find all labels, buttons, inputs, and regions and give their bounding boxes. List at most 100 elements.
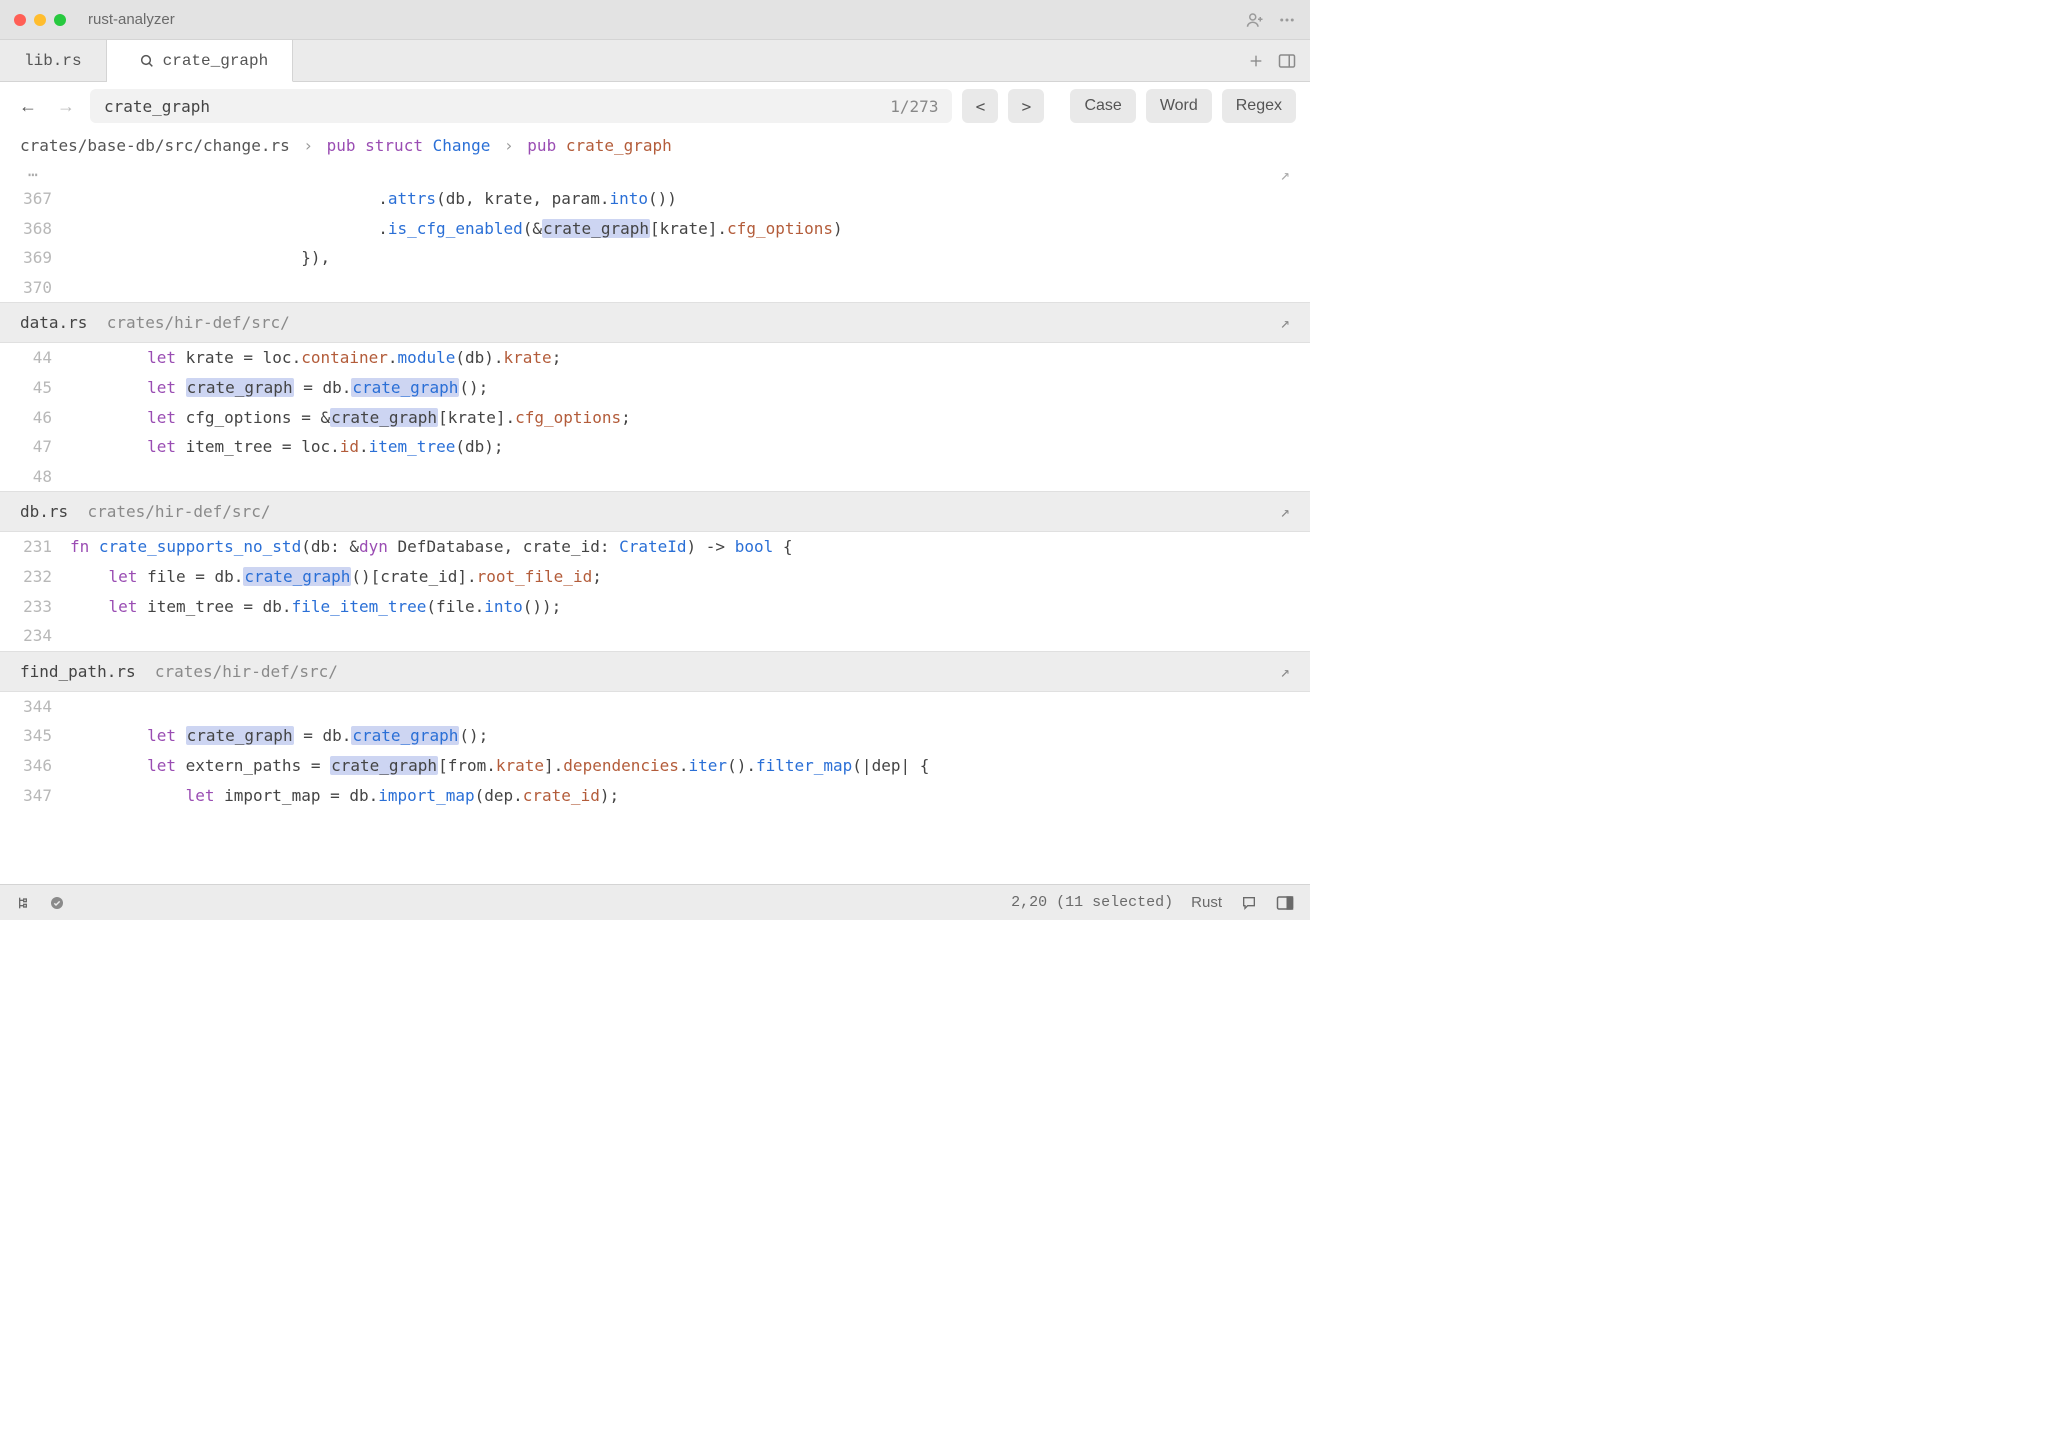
tab-lib-rs[interactable]: lib.rs	[0, 40, 107, 81]
right-panel-icon[interactable]	[1276, 894, 1294, 912]
file-path: crates/hir-def/src/	[107, 313, 290, 332]
jump-to-file-icon[interactable]: ↗	[1280, 662, 1290, 681]
line-content	[70, 692, 1310, 722]
search-icon	[139, 53, 155, 69]
jump-to-file-icon[interactable]: ↗	[1280, 313, 1290, 332]
feedback-icon[interactable]	[1240, 894, 1258, 912]
line-content: let item_tree = db.file_item_tree(file.i…	[70, 592, 1310, 622]
fold-indicator[interactable]: ⋯ ↗	[0, 165, 1310, 184]
close-window-icon[interactable]	[14, 14, 26, 26]
line-content: fn crate_supports_no_std(db: &dyn DefDat…	[70, 532, 1310, 562]
panel-toggle-icon[interactable]	[1278, 53, 1296, 69]
regex-toggle[interactable]: Regex	[1222, 89, 1296, 123]
line-number: 367	[0, 184, 70, 214]
line-number: 347	[0, 781, 70, 811]
line-number: 46	[0, 403, 70, 433]
code-line[interactable]: 46 let cfg_options = &crate_graph[krate]…	[0, 403, 1310, 433]
file-name: find_path.rs	[20, 662, 136, 681]
more-icon[interactable]	[1278, 11, 1296, 29]
tab-label: lib.rs	[24, 52, 82, 70]
file-path: crates/hir-def/src/	[87, 502, 270, 521]
cursor-position[interactable]: 2,20 (11 selected)	[1011, 894, 1173, 911]
add-collaborator-icon[interactable]	[1246, 11, 1264, 29]
code-block: 231fn crate_supports_no_std(db: &dyn Def…	[0, 532, 1310, 650]
line-content	[70, 273, 1310, 303]
code-line[interactable]: 234	[0, 621, 1310, 651]
window-controls	[14, 14, 66, 26]
code-line[interactable]: 368 .is_cfg_enabled(&crate_graph[krate].…	[0, 214, 1310, 244]
code-line[interactable]: 345 let crate_graph = db.crate_graph();	[0, 721, 1310, 751]
code-line[interactable]: 48	[0, 462, 1310, 492]
tab-crate-graph[interactable]: crate_graph	[107, 40, 294, 82]
file-name: data.rs	[20, 313, 87, 332]
code-line[interactable]: 347 let import_map = db.import_map(dep.c…	[0, 781, 1310, 811]
line-content: let crate_graph = db.crate_graph();	[70, 721, 1310, 751]
line-number: 368	[0, 214, 70, 244]
code-line[interactable]: 232 let file = db.crate_graph()[crate_id…	[0, 562, 1310, 592]
line-number: 44	[0, 343, 70, 373]
line-content: let extern_paths = crate_graph[from.krat…	[70, 751, 1310, 781]
line-number: 370	[0, 273, 70, 303]
code-line[interactable]: 367 .attrs(db, krate, param.into())	[0, 184, 1310, 214]
language-mode[interactable]: Rust	[1191, 894, 1222, 911]
case-toggle[interactable]: Case	[1070, 89, 1135, 123]
file-header[interactable]: db.rs crates/hir-def/src/ ↗	[0, 491, 1310, 532]
line-number: 232	[0, 562, 70, 592]
search-results[interactable]: ⋯ ↗ 367 .attrs(db, krate, param.into())3…	[0, 165, 1310, 884]
code-line[interactable]: 231fn crate_supports_no_std(db: &dyn Def…	[0, 532, 1310, 562]
line-content	[70, 621, 1310, 651]
file-path: crates/hir-def/src/	[155, 662, 338, 681]
project-tree-icon[interactable]	[16, 894, 34, 912]
file-header[interactable]: find_path.rs crates/hir-def/src/ ↗	[0, 651, 1310, 692]
breadcrumb[interactable]: crates/base-db/src/change.rs › pub struc…	[0, 130, 1310, 165]
search-result-counter: 1/273	[890, 97, 938, 116]
code-line[interactable]: 369 }),	[0, 243, 1310, 273]
code-line[interactable]: 233 let item_tree = db.file_item_tree(fi…	[0, 592, 1310, 622]
line-number: 345	[0, 721, 70, 751]
prev-match-button[interactable]: <	[962, 89, 998, 123]
breadcrumb-kw2: pub	[527, 136, 556, 155]
minimize-window-icon[interactable]	[34, 14, 46, 26]
line-content: let item_tree = loc.id.item_tree(db);	[70, 432, 1310, 462]
line-content: let crate_graph = db.crate_graph();	[70, 373, 1310, 403]
new-tab-button[interactable]	[1248, 53, 1264, 69]
nav-forward-button[interactable]: →	[52, 96, 80, 117]
code-line[interactable]: 47 let item_tree = loc.id.item_tree(db);	[0, 432, 1310, 462]
line-number: 369	[0, 243, 70, 273]
breadcrumb-ident: crate_graph	[566, 136, 672, 155]
nav-back-button[interactable]: ←	[14, 96, 42, 117]
code-block: 44 let krate = loc.container.module(db).…	[0, 343, 1310, 491]
tab-label: crate_graph	[163, 52, 269, 70]
jump-to-file-icon[interactable]: ↗	[1280, 502, 1290, 521]
diagnostics-ok-icon[interactable]	[48, 894, 66, 912]
word-toggle[interactable]: Word	[1146, 89, 1212, 123]
line-content: .attrs(db, krate, param.into())	[70, 184, 1310, 214]
status-bar: 2,20 (11 selected) Rust	[0, 884, 1310, 920]
code-block: 367 .attrs(db, krate, param.into())368 .…	[0, 184, 1310, 302]
search-input-container[interactable]: 1/273	[90, 89, 952, 123]
code-line[interactable]: 344	[0, 692, 1310, 722]
line-number: 234	[0, 621, 70, 651]
search-input[interactable]	[104, 97, 890, 116]
line-content: }),	[70, 243, 1310, 273]
window-title: rust-analyzer	[88, 11, 175, 28]
line-content: let file = db.crate_graph()[crate_id].ro…	[70, 562, 1310, 592]
file-name: db.rs	[20, 502, 68, 521]
code-line[interactable]: 44 let krate = loc.container.module(db).…	[0, 343, 1310, 373]
code-line[interactable]: 370	[0, 273, 1310, 303]
maximize-window-icon[interactable]	[54, 14, 66, 26]
line-content: let krate = loc.container.module(db).kra…	[70, 343, 1310, 373]
line-number: 344	[0, 692, 70, 722]
line-number: 45	[0, 373, 70, 403]
next-match-button[interactable]: >	[1008, 89, 1044, 123]
breadcrumb-kw1: pub struct	[327, 136, 423, 155]
jump-arrow-icon[interactable]: ↗	[1280, 165, 1290, 184]
file-header[interactable]: data.rs crates/hir-def/src/ ↗	[0, 302, 1310, 343]
code-line[interactable]: 45 let crate_graph = db.crate_graph();	[0, 373, 1310, 403]
breadcrumb-type: Change	[433, 136, 491, 155]
line-content	[70, 462, 1310, 492]
breadcrumb-path: crates/base-db/src/change.rs	[20, 136, 290, 155]
line-number: 346	[0, 751, 70, 781]
code-line[interactable]: 346 let extern_paths = crate_graph[from.…	[0, 751, 1310, 781]
line-number: 47	[0, 432, 70, 462]
